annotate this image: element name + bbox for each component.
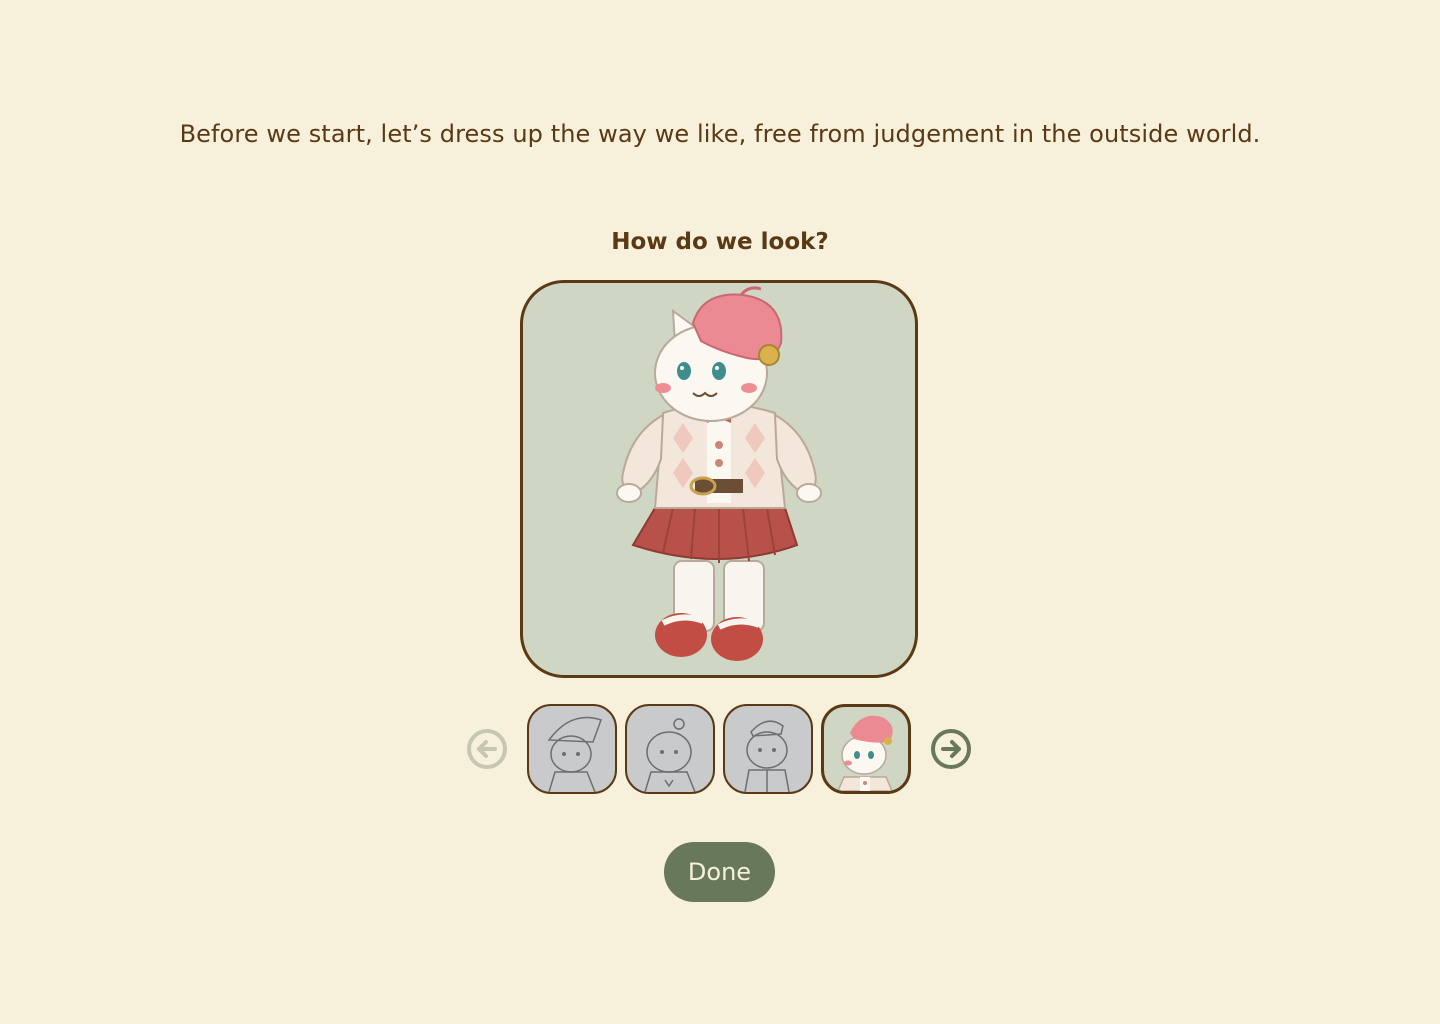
outfit-thumb-flower[interactable]: [625, 704, 715, 794]
outfit-thumb-cap-suit[interactable]: [723, 704, 813, 794]
flower-outfit-icon: [644, 718, 696, 792]
cat-character-illustration: [616, 286, 822, 661]
cap-suit-outfit-icon: [744, 720, 790, 792]
arrow-right-circle-icon[interactable]: [930, 728, 972, 770]
beret-skirt-outfit-icon: [837, 715, 893, 791]
outfit-thumb-witch-hat[interactable]: [527, 704, 617, 794]
avatar-preview: [520, 280, 918, 678]
intro-text: Before we start, let’s dress up the way …: [179, 120, 1261, 148]
done-button[interactable]: Done: [664, 842, 775, 902]
question-heading: How do we look?: [611, 229, 829, 255]
outfit-thumb-beret-skirt[interactable]: [821, 704, 911, 794]
witch-hat-outfit-icon: [547, 716, 602, 792]
arrow-left-circle-icon[interactable]: [466, 728, 508, 770]
